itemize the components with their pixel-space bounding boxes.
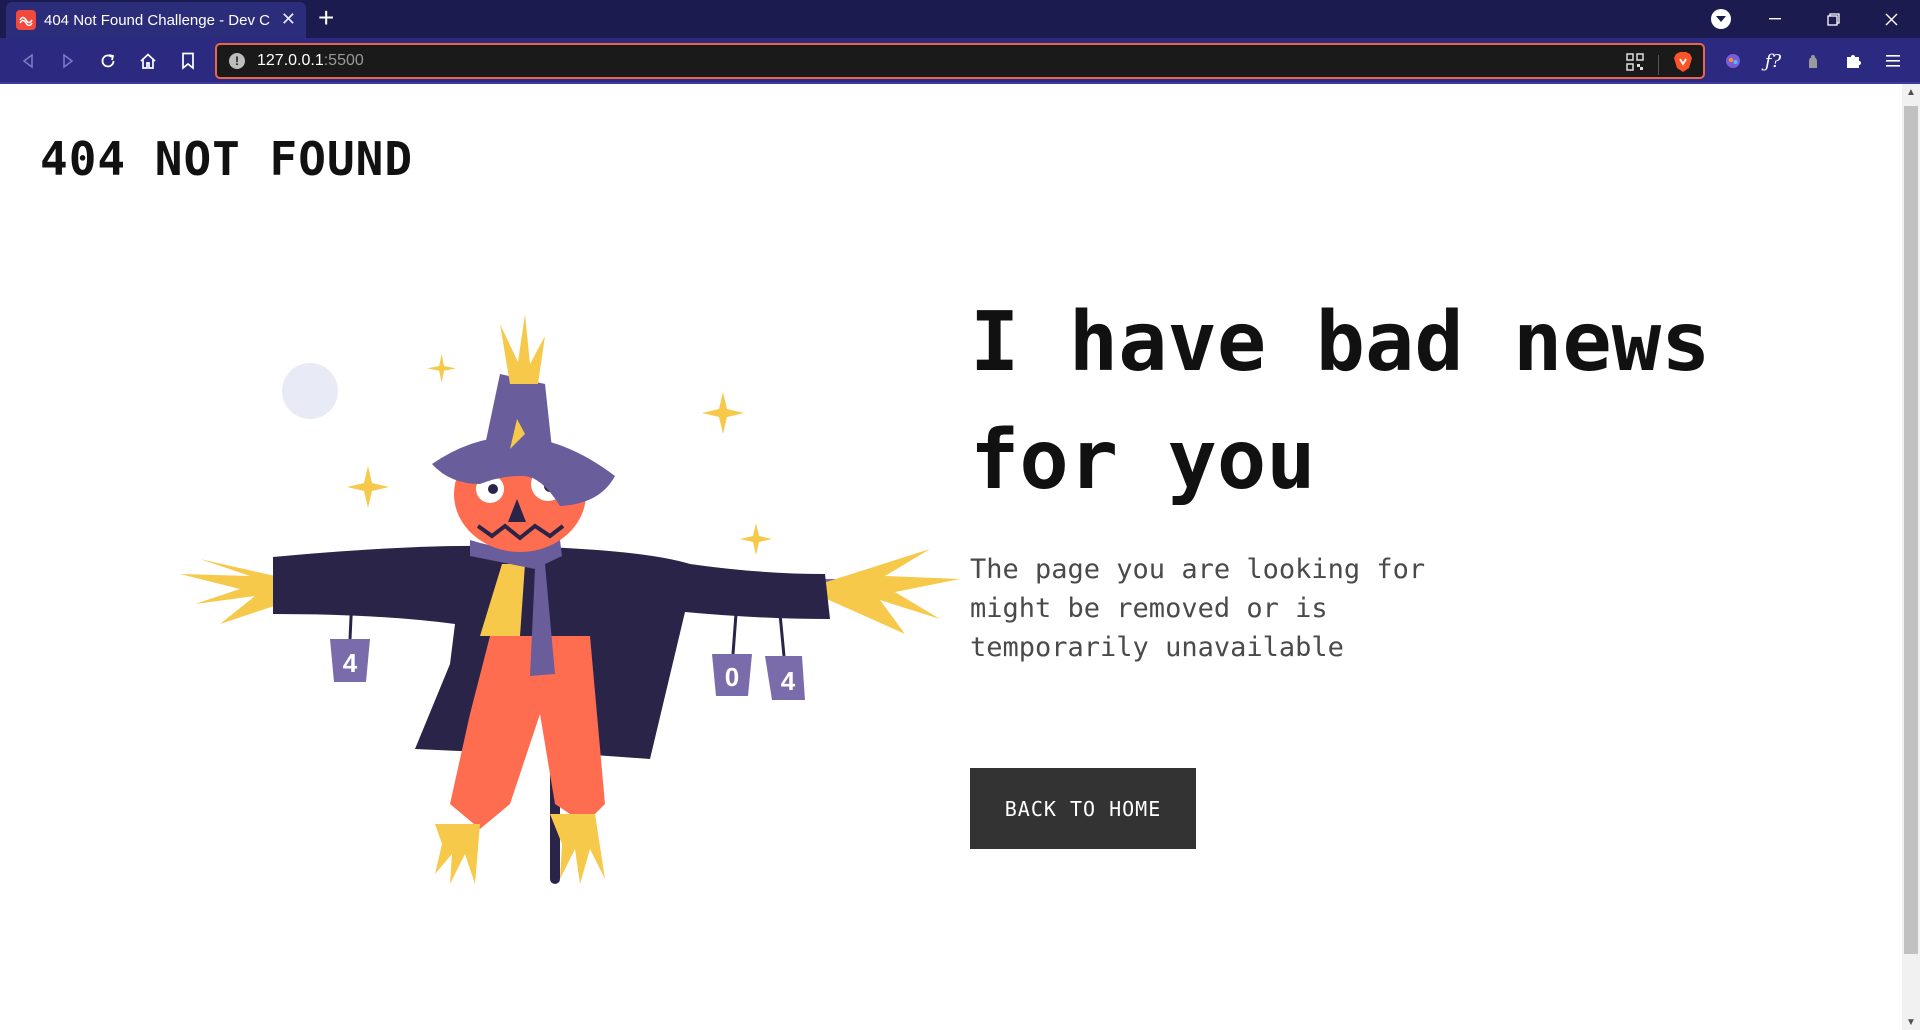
profile-menu-icon[interactable] — [1711, 9, 1731, 29]
can-label-1: 4 — [343, 648, 358, 678]
qr-code-icon[interactable] — [1626, 53, 1644, 76]
site-favicon-icon — [16, 10, 36, 30]
forward-icon[interactable] — [56, 49, 80, 73]
url-port: :5500 — [323, 52, 364, 69]
close-window-icon[interactable] — [1862, 0, 1920, 38]
site-info-icon[interactable]: ! — [229, 53, 245, 69]
browser-menu-icon[interactable] — [1881, 49, 1905, 73]
extension-ghost-icon[interactable] — [1801, 49, 1825, 73]
tab-title: 404 Not Found Challenge - Dev C — [44, 11, 270, 29]
site-brand: 404 NOT FOUND — [40, 132, 414, 186]
scroll-up-arrow-icon[interactable]: ▲ — [1906, 88, 1916, 98]
bookmark-icon[interactable] — [176, 49, 200, 73]
hat-straw — [500, 314, 545, 384]
page-content: 404 NOT FOUND 4 0 4 I have bad news for … — [0, 84, 1902, 1030]
scroll-down-arrow-icon[interactable]: ▼ — [1906, 1018, 1916, 1028]
restore-window-icon[interactable] — [1804, 0, 1862, 38]
extensions-puzzle-icon[interactable] — [1841, 49, 1865, 73]
extension-globe-icon[interactable] — [1721, 49, 1745, 73]
scrollbar-thumb[interactable] — [1904, 106, 1918, 954]
back-to-home-button[interactable]: BACK TO HOME — [970, 768, 1196, 849]
back-icon[interactable] — [16, 49, 40, 73]
headline: I have bad news for you — [970, 295, 1711, 508]
browser-tab[interactable]: 404 Not Found Challenge - Dev C ✕ — [6, 2, 306, 38]
tab-strip: 404 Not Found Challenge - Dev C ✕ + — [0, 0, 1920, 38]
can-label-3: 4 — [781, 666, 796, 696]
close-tab-icon[interactable]: ✕ — [281, 10, 296, 28]
home-icon[interactable] — [136, 49, 160, 73]
window-controls — [1746, 0, 1920, 38]
browser-toolbar: ! 127.0.0.1:5500 ƒ? — [0, 38, 1920, 84]
address-bar[interactable]: ! 127.0.0.1:5500 — [215, 43, 1705, 79]
url-host: 127.0.0.1 — [257, 52, 324, 69]
minimize-window-icon[interactable] — [1746, 0, 1804, 38]
error-description: The page you are looking for might be re… — [970, 554, 1426, 663]
scarecrow-illustration: 4 0 4 — [180, 314, 960, 884]
moon-shape — [282, 363, 338, 419]
brave-shields-icon[interactable] — [1673, 51, 1693, 78]
reload-icon[interactable] — [96, 49, 120, 73]
separator — [1658, 54, 1659, 75]
straw-feet — [435, 814, 605, 884]
can-label-2: 0 — [725, 662, 739, 692]
function-extension-icon[interactable]: ƒ? — [1761, 49, 1785, 73]
new-tab-button[interactable]: + — [318, 4, 334, 32]
address-bar-actions — [1626, 51, 1693, 78]
